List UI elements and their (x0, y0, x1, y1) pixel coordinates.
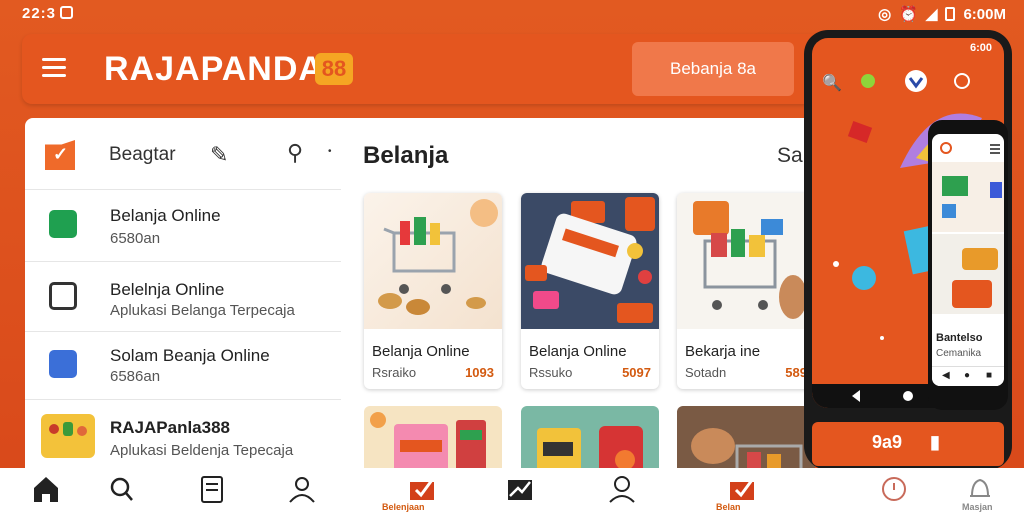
checkout-icon[interactable] (722, 474, 762, 504)
list-item[interactable]: RAJAPanla388 Aplukasi Beldenja Tepecaja (25, 400, 341, 478)
product-name: Bekarja ine (685, 343, 761, 360)
back-icon[interactable]: ◀ (942, 370, 950, 381)
product-card[interactable] (521, 406, 659, 476)
account-icon[interactable] (282, 474, 322, 504)
hotspot-icon: ◎ (878, 6, 892, 23)
left-panel: ✓ Beagtar ✎ ⚲ • Belanja Online 6580an Be… (25, 118, 341, 478)
status-bar: 22:3 ◎ ⏰ ◢ 6:00M (0, 0, 1024, 28)
list-item-subtitle: 6586an (110, 368, 161, 385)
product-sub: Rssuko (529, 365, 573, 380)
status-time: 22:3 (22, 5, 57, 22)
alarm-icon: ⏰ (899, 6, 918, 23)
list-item[interactable]: Belanja Online 6580an (25, 190, 341, 262)
section-title: Belanja (363, 142, 449, 169)
inner-phone-nav: ◀ ● ■ (932, 366, 1004, 386)
product-sub: Rsraiko (372, 365, 417, 380)
svg-text:🔍: 🔍 (822, 72, 842, 92)
product-card[interactable]: Belanja Online Rsraiko 1093 (364, 193, 502, 389)
phone-mockup: 6:00 🔍 Bantelso Cemanika ◀ ● ■ 9a9 ▮ (804, 30, 1012, 470)
phone-bottom-bar: 9a9 ▮ (812, 422, 1004, 466)
inner-phone: Bantelso Cemanika ◀ ● ■ (928, 120, 1008, 410)
shop-icon[interactable] (402, 474, 442, 504)
logo-icon: ✓ (45, 140, 75, 170)
battery-icon (945, 7, 956, 21)
edit-icon[interactable]: ✎ (210, 142, 228, 168)
clock-icon[interactable] (874, 474, 914, 504)
product-image (521, 193, 659, 329)
phone-nav-label[interactable]: 9a9 (872, 432, 902, 453)
left-panel-title: Beagtar (109, 144, 176, 165)
product-card[interactable]: Bekarja ine Sotadn 589 (677, 193, 815, 389)
inner-phone-subtitle: Cemanika (936, 348, 982, 359)
list-item-subtitle: Aplukasi Beldenja Tepecaja (110, 442, 294, 459)
product-card[interactable] (677, 406, 815, 476)
store-icon (49, 210, 77, 238)
product-name: Belanja Online (529, 343, 627, 360)
search-icon[interactable]: ⚲ (287, 140, 303, 166)
recent-icon[interactable]: ■ (986, 370, 992, 381)
product-price: 1093 (465, 365, 494, 380)
trend-icon[interactable] (500, 474, 540, 504)
nav-label-shop: Belenjaan (382, 502, 425, 512)
see-all-link[interactable]: Sa (777, 144, 803, 168)
wifi-icon: ◢ (925, 6, 938, 23)
list-item[interactable]: Solam Beanja Online 6586an (25, 332, 341, 400)
list-item-subtitle: 6580an (110, 230, 161, 247)
menu-icon[interactable] (42, 58, 66, 78)
main-content: Belanja Sa Belanja Online Rsraiko 1093 B… (341, 118, 815, 478)
list-item-title: RAJAPanla388 (110, 418, 231, 437)
left-panel-header: ✓ Beagtar ✎ ⚲ • (25, 118, 341, 190)
list-item-title: Solam Beanja Online (110, 346, 270, 365)
list-item-subtitle: Aplukasi Belanga Terpecaja (110, 302, 295, 319)
home-icon[interactable]: ● (964, 370, 970, 381)
orders-icon[interactable] (192, 474, 232, 504)
nav-label-checkout: Belan (716, 502, 741, 512)
notification-icon (60, 6, 74, 19)
tag-icon (49, 350, 77, 378)
bookmark-icon[interactable]: ▮ (930, 432, 940, 453)
notification-bell-icon[interactable] (960, 474, 1000, 504)
product-price: 5097 (622, 365, 651, 380)
app-icon (49, 282, 77, 310)
grocery-icon (41, 414, 95, 458)
product-card[interactable] (364, 406, 502, 476)
product-sub: Sotadn (685, 365, 727, 380)
dot-icon[interactable]: • (328, 146, 332, 157)
status-right-time: 6:00M (963, 5, 1006, 23)
search-icon[interactable] (102, 474, 142, 504)
nav-label-notifications: Masjan (962, 502, 993, 512)
product-name: Belanja Online (372, 343, 470, 360)
app-bar: RAJAPANDA 88 Bebanja 8a (22, 34, 922, 104)
brand-title: RAJAPANDA (104, 50, 324, 88)
profile-icon[interactable] (602, 474, 642, 504)
list-item[interactable]: Belelnja Online Aplukasi Belanga Terpeca… (25, 262, 341, 332)
inner-phone-screen: Bantelso Cemanika ◀ ● ■ (932, 134, 1004, 386)
product-image (364, 193, 502, 329)
list-item-title: Belanja Online (110, 206, 221, 225)
product-card[interactable]: Belanja Online Rssuko 5097 (521, 193, 659, 389)
inner-phone-title: Bantelso (936, 332, 983, 344)
bottom-nav: Belenjaan Belan Masjan (0, 468, 1024, 512)
shop-button[interactable]: Bebanja 8a (632, 42, 794, 96)
list-item-title: Belelnja Online (110, 280, 225, 299)
home-icon[interactable] (26, 474, 66, 504)
brand-badge: 88 (315, 53, 353, 85)
product-image (677, 193, 815, 329)
